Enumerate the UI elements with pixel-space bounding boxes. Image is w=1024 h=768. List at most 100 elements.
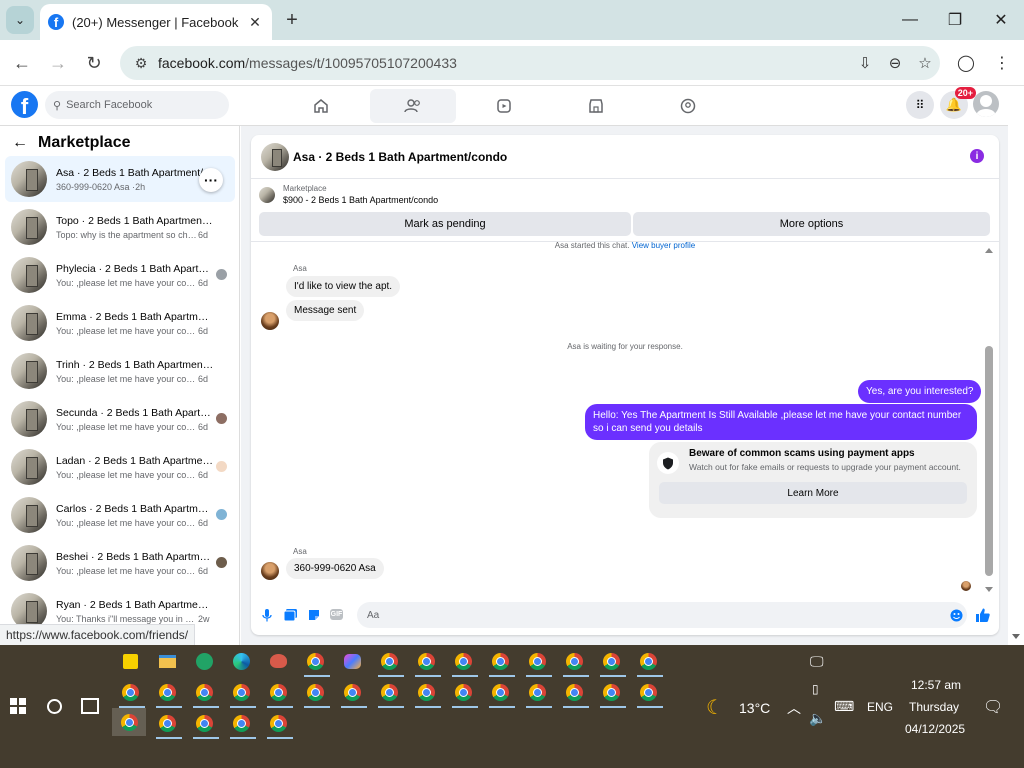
menu-grid-button[interactable]: ⠿ <box>906 91 934 119</box>
photo-icon[interactable] <box>282 607 298 623</box>
conversation-item-trinh[interactable]: Trinh · 2 Beds 1 Bath Apartment/condo Yo… <box>5 348 235 394</box>
profile-icon[interactable]: ◯ <box>952 49 980 77</box>
chrome-icon[interactable] <box>451 680 478 708</box>
chrome-icon[interactable] <box>562 649 589 677</box>
windows-start-icon[interactable] <box>10 698 26 714</box>
restore-window-button[interactable]: ❐ <box>932 0 978 40</box>
chrome-icon[interactable] <box>229 680 256 708</box>
sticker-icon[interactable] <box>306 607 322 623</box>
chrome-icon[interactable] <box>525 680 552 708</box>
chrome-icon[interactable] <box>229 711 256 739</box>
learn-more-button[interactable]: Learn More <box>659 482 967 504</box>
browser-menu-icon[interactable]: ⋮ <box>988 49 1016 77</box>
scroll-down-icon[interactable] <box>1012 634 1020 639</box>
weather-temperature[interactable]: 13°C <box>739 700 770 716</box>
forward-button[interactable]: → <box>44 49 72 77</box>
chrome-icon[interactable] <box>636 649 663 677</box>
facebook-logo-icon[interactable]: f <box>11 91 38 118</box>
info-icon[interactable]: i <box>970 149 984 163</box>
scroll-up-icon[interactable] <box>985 248 993 253</box>
emoji-icon[interactable] <box>948 607 964 623</box>
view-buyer-profile-link[interactable]: View buyer profile <box>632 241 695 250</box>
chrome-icon[interactable] <box>377 680 404 708</box>
chrome-icon[interactable] <box>340 680 367 708</box>
conversation-item-ladan[interactable]: Ladan · 2 Beds 1 Bath Apartment/condo Yo… <box>5 444 235 490</box>
install-app-icon[interactable]: ⇩ <box>850 54 880 72</box>
conversation-item-emma[interactable]: Emma · 2 Beds 1 Bath Apartment/condo You… <box>5 300 235 346</box>
chrome-icon[interactable] <box>303 649 330 677</box>
chrome-icon-active[interactable] <box>112 708 146 736</box>
close-tab-icon[interactable]: ✕ <box>246 13 264 31</box>
chrome-icon[interactable] <box>451 649 478 677</box>
chrome-icon[interactable] <box>192 711 219 739</box>
chrome-icon[interactable] <box>266 680 293 708</box>
bookmark-star-icon[interactable]: ☆ <box>910 54 940 72</box>
search-circle-icon[interactable] <box>47 699 62 714</box>
listing-summary[interactable]: Marketplace $900 - 2 Beds 1 Bath Apartme… <box>259 184 438 205</box>
search-input[interactable] <box>66 99 217 111</box>
chrome-icon[interactable] <box>377 649 404 677</box>
volume-icon[interactable]: 🔈 <box>809 710 826 727</box>
tab-search-button[interactable]: ⌄ <box>6 6 34 34</box>
chevron-up-icon[interactable]: ︿ <box>787 698 801 718</box>
input-language[interactable]: ENG <box>867 700 893 714</box>
clock-time[interactable]: 12:57 am <box>911 678 961 692</box>
chrome-icon[interactable] <box>155 680 182 708</box>
sticky-notes-icon[interactable] <box>118 649 142 673</box>
clock-date[interactable]: 04/12/2025 <box>905 722 965 736</box>
page-scrollbar[interactable] <box>1008 126 1024 645</box>
chrome-icon[interactable] <box>599 680 626 708</box>
paint-app-icon[interactable] <box>266 649 290 673</box>
chat-title[interactable]: Asa · 2 Beds 1 Bath Apartment/condo <box>293 150 507 164</box>
clock-day[interactable]: Thursday <box>909 700 959 714</box>
conversation-item-phylecia[interactable]: Phylecia · 2 Beds 1 Bath Apartment/condo… <box>5 252 235 298</box>
back-button[interactable]: ← <box>8 49 36 77</box>
thread-scrollbar[interactable] <box>984 248 994 592</box>
chrome-icon[interactable] <box>118 680 145 708</box>
chrome-icon[interactable] <box>562 680 589 708</box>
gif-icon[interactable]: GIF <box>330 609 343 620</box>
chrome-icon[interactable] <box>488 649 515 677</box>
conversation-item-beshei[interactable]: Beshei · 2 Beds 1 Bath Apartment/condo Y… <box>5 540 235 586</box>
conversation-item-topo[interactable]: Topo · 2 Beds 1 Bath Apartment/condo Top… <box>5 204 235 250</box>
conversation-item-carlos[interactable]: Carlos · 2 Beds 1 Bath Apartment/condo Y… <box>5 492 235 538</box>
notification-center-icon[interactable]: 🗨 <box>983 697 1003 717</box>
more-options-button[interactable]: More options <box>633 212 990 236</box>
conversation-item-secunda[interactable]: Secunda · 2 Beds 1 Bath Apartment/condo … <box>5 396 235 442</box>
conversation-item-asa[interactable]: Asa · 2 Beds 1 Bath Apartment/condo 360-… <box>5 156 235 202</box>
more-options-icon[interactable]: ··· <box>199 168 223 192</box>
listing-thumbnail[interactable] <box>261 142 289 171</box>
chrome-icon[interactable] <box>303 680 330 708</box>
chrome-icon[interactable] <box>636 680 663 708</box>
minimize-window-button[interactable]: — <box>887 0 933 40</box>
address-bar[interactable]: ⚙ facebook.com/messages/t/10095705107200… <box>120 46 940 80</box>
chrome-icon[interactable] <box>192 680 219 708</box>
new-tab-button[interactable]: + <box>280 8 304 32</box>
chrome-icon[interactable] <box>488 680 515 708</box>
keyboard-icon[interactable]: ⌨ <box>834 698 854 715</box>
chrome-icon[interactable] <box>266 711 293 739</box>
file-explorer-icon[interactable] <box>155 649 179 673</box>
task-view-icon[interactable] <box>81 698 99 714</box>
thumbs-up-icon[interactable] <box>975 607 991 623</box>
back-arrow-icon[interactable]: ← <box>12 134 28 152</box>
close-window-button[interactable]: ✕ <box>978 0 1024 40</box>
mark-as-pending-button[interactable]: Mark as pending <box>259 212 631 236</box>
qq-app-icon[interactable] <box>192 649 216 673</box>
browser-tab-messenger[interactable]: f (20+) Messenger | Facebook ✕ <box>40 4 272 40</box>
weather-moon-icon[interactable]: ☾ <box>706 695 724 720</box>
chrome-icon[interactable] <box>414 680 441 708</box>
chrome-icon[interactable] <box>414 649 441 677</box>
reload-button[interactable]: ↻ <box>80 49 108 77</box>
nav-friends-tab[interactable] <box>370 89 456 123</box>
site-info-icon[interactable]: ⚙ <box>128 55 154 72</box>
network-icon[interactable]: 🖵 <box>810 653 824 670</box>
scroll-thumb[interactable] <box>985 346 993 576</box>
chrome-icon[interactable] <box>155 711 182 739</box>
microphone-icon[interactable] <box>259 607 275 623</box>
sender-avatar[interactable] <box>261 562 279 580</box>
notifications-button[interactable]: 🔔 20+ <box>940 87 976 119</box>
facebook-search[interactable]: ⚲ <box>45 91 229 119</box>
chrome-icon[interactable] <box>599 649 626 677</box>
nav-gaming-tab[interactable] <box>645 89 731 123</box>
